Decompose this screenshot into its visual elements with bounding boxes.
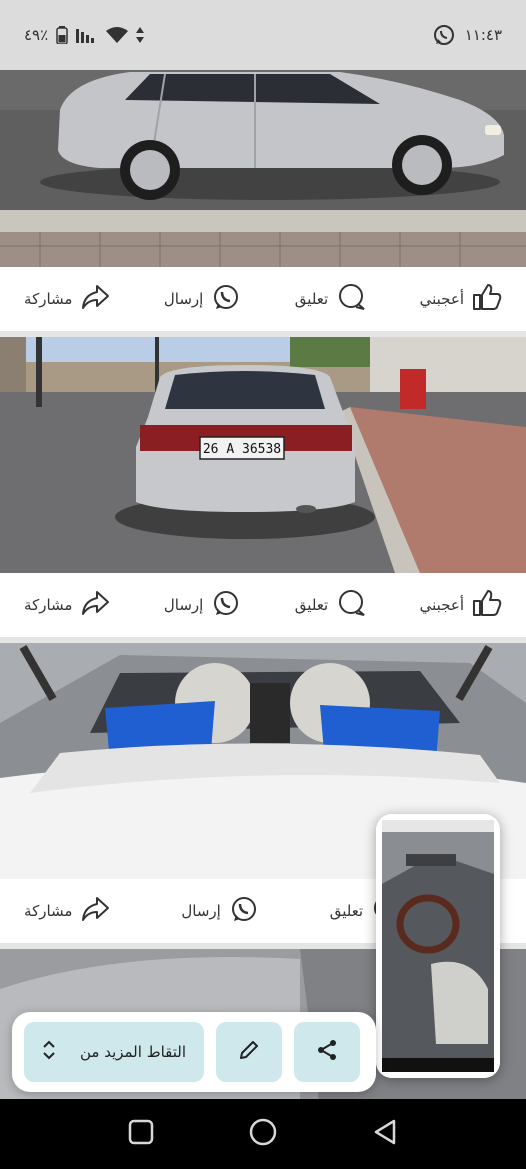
home-circle-icon[interactable] (248, 1117, 278, 1151)
status-right: ١١:٤٣ (433, 24, 502, 46)
status-left: ٤٩٪ (24, 26, 145, 44)
share-arrow-icon (80, 895, 110, 927)
comment-button[interactable]: تعليق (295, 589, 366, 621)
status-bar: ٤٩٪ ١١:٤٣ (0, 0, 526, 70)
like-label: أعجبني (419, 596, 464, 614)
share-button[interactable]: مشاركة (24, 895, 110, 927)
comment-bubble-icon (336, 283, 366, 315)
back-triangle-icon[interactable] (371, 1118, 399, 1150)
navigation-bar (0, 1099, 526, 1169)
send-label: إرسال (163, 596, 204, 614)
send-label: إرسال (181, 902, 221, 920)
like-button[interactable]: أعجبني (420, 283, 502, 315)
license-plate: 26 A 36538 (203, 442, 281, 457)
send-button[interactable]: إرسال (164, 589, 241, 621)
post-photo-side-view[interactable] (0, 70, 526, 267)
comment-label: تعليق (329, 902, 364, 920)
battery-text: ٤٩٪ (24, 26, 49, 44)
share-screenshot-button[interactable] (294, 1022, 360, 1082)
thumbs-up-icon (472, 589, 502, 621)
share-arrow-icon (80, 283, 110, 315)
like-label: أعجبني (419, 290, 464, 308)
capture-more-button[interactable]: التقاط المزيد من (24, 1022, 204, 1082)
share-arrow-icon (80, 589, 110, 621)
chevron-updown-icon (42, 1039, 56, 1065)
send-label: إرسال (163, 290, 204, 308)
wifi-icon (106, 27, 129, 43)
signal-icon (76, 27, 98, 43)
data-arrows-icon (136, 27, 145, 43)
comment-button[interactable]: تعليق (295, 283, 366, 315)
whatsapp-send-icon (229, 895, 259, 927)
whatsapp-send-icon (211, 283, 241, 315)
recents-square-icon[interactable] (127, 1118, 155, 1150)
comment-label: تعليق (294, 596, 329, 614)
capture-more-label: التقاط المزيد من (79, 1043, 186, 1061)
post-1-actions: أعجبني تعليق إرسال مشاركة (0, 267, 526, 331)
share-label: مشاركة (24, 902, 73, 920)
status-time: ١١:٤٣ (464, 26, 502, 44)
post-photo-rear-view[interactable]: 26 A 36538 (0, 337, 526, 573)
share-button[interactable]: مشاركة (24, 283, 110, 315)
share-label: مشاركة (24, 290, 73, 308)
like-button[interactable]: أعجبني (420, 589, 502, 621)
screenshot-toolbar: التقاط المزيد من (12, 1012, 376, 1092)
battery-icon (56, 26, 68, 44)
send-button[interactable]: إرسال (181, 895, 258, 927)
pencil-icon (238, 1039, 260, 1065)
share-button[interactable]: مشاركة (24, 589, 110, 621)
comment-label: تعليق (294, 290, 329, 308)
send-button[interactable]: إرسال (164, 283, 241, 315)
share-label: مشاركة (24, 596, 73, 614)
whatsapp-icon (433, 24, 455, 46)
thumbs-up-icon (472, 283, 502, 315)
comment-bubble-icon (336, 589, 366, 621)
whatsapp-send-icon (211, 589, 241, 621)
share-icon (316, 1039, 338, 1065)
post-2-actions: أعجبني تعليق إرسال مشاركة (0, 573, 526, 637)
screenshot-preview-thumbnail[interactable] (376, 814, 500, 1078)
edit-button[interactable] (216, 1022, 282, 1082)
